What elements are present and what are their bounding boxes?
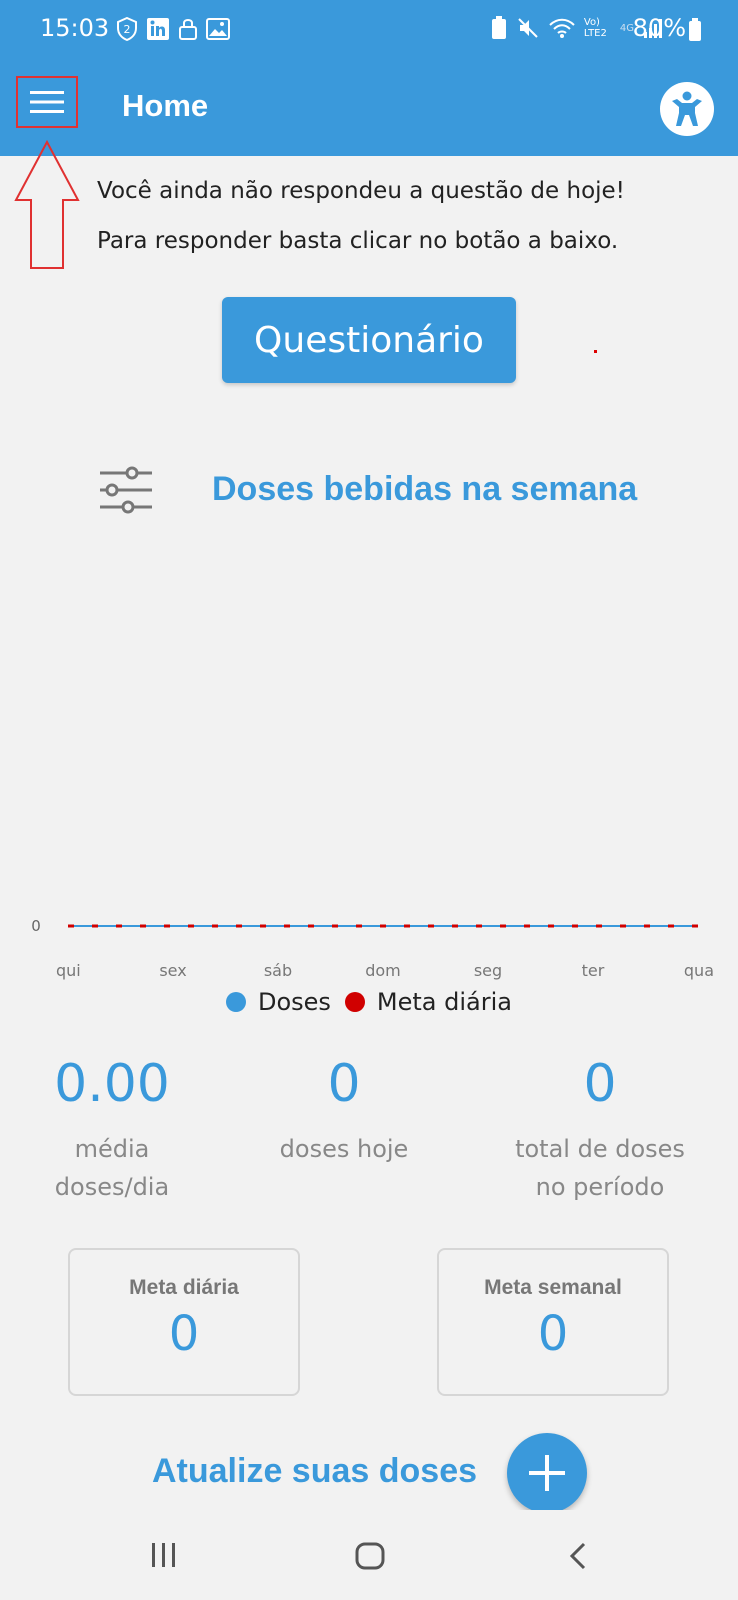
daily-goal-title: Meta diária [129, 1276, 239, 1299]
y-tick-label: 0 [31, 917, 41, 935]
stat-total-value: 0 [583, 1054, 617, 1114]
legend-item-doses[interactable]: Doses [225, 988, 331, 1016]
weekly-goal-title: Meta semanal [484, 1276, 622, 1299]
system-nav-bar [0, 1510, 738, 1600]
legend-item-meta-diaria[interactable]: Meta diária [344, 988, 512, 1016]
legend-label-meta-diaria: Meta diária [376, 988, 512, 1016]
stat-average-label-line-1: média [74, 1135, 150, 1163]
questionnaire-button[interactable]: Questionário [222, 297, 516, 383]
x-tick-label: sex [159, 961, 186, 980]
wifi-icon [549, 18, 575, 38]
recent-apps-icon[interactable] [150, 1542, 178, 1568]
mute-icon [518, 18, 538, 38]
x-tick-label: ter [582, 961, 605, 980]
lock-icon [179, 19, 197, 40]
notice-line-2: Para responder basta clicar no botão a b… [97, 228, 619, 254]
section-title: Doses bebidas na semana [212, 470, 638, 508]
home-icon[interactable] [355, 1542, 385, 1570]
stat-average-value: 0.00 [54, 1054, 170, 1114]
notice-line-1: Você ainda não respondeu a questão de ho… [97, 178, 625, 204]
daily-goal-value: 0 [168, 1306, 200, 1362]
notice-text: Você ainda não respondeu a questão de ho… [97, 166, 717, 266]
red-dot-mark [594, 350, 597, 353]
battery-percent: 80% [632, 14, 686, 42]
weekly-goal-value: 0 [537, 1306, 569, 1362]
add-dose-button[interactable] [507, 1433, 587, 1513]
stat-average: 0.00 média doses/dia [22, 1054, 202, 1206]
weekly-goal-card[interactable]: Meta semanal 0 [437, 1248, 669, 1396]
status-bar: 15:03 2 Vo) LTE2 4G 80% [0, 0, 738, 60]
svg-text:2: 2 [124, 23, 131, 36]
menu-button[interactable] [16, 76, 78, 128]
sliders-icon [100, 466, 152, 514]
stat-today-label-line-1: doses hoje [279, 1135, 409, 1163]
linkedin-icon [147, 18, 169, 40]
back-icon[interactable] [568, 1542, 588, 1570]
chart-legend: Doses Meta diária [0, 988, 738, 1016]
stat-total-label-line-1: total de doses [515, 1135, 685, 1163]
stat-today-label: doses hoje [254, 1130, 434, 1168]
stat-average-label-line-2: doses/dia [54, 1173, 170, 1201]
legend-label-doses: Doses [257, 988, 331, 1016]
recycle-battery-icon [491, 16, 506, 39]
filter-button[interactable] [98, 465, 154, 515]
x-tick-label: qua [684, 961, 714, 980]
stat-average-label: média doses/dia [22, 1130, 202, 1206]
status-time: 15:03 [40, 14, 110, 42]
stat-total-label: total de doses no período [490, 1130, 710, 1206]
page-title: Home [122, 88, 209, 123]
shield-2-icon: 2 [117, 17, 137, 41]
stat-total: 0 total de doses no período [490, 1054, 710, 1206]
update-doses-label: Atualize suas doses [152, 1452, 478, 1490]
doses-line-chart: 0 qui sex sáb dom seg ter qua [31, 917, 714, 980]
stat-total-label-line-2: no período [535, 1173, 665, 1201]
plus-icon [529, 1455, 565, 1491]
app-bar: Home [0, 60, 738, 156]
daily-goal-card[interactable]: Meta diária 0 [68, 1248, 300, 1396]
menu-icon [30, 91, 64, 113]
x-tick-label: sáb [264, 961, 292, 980]
volte-label: Vo) LTE2 [583, 17, 607, 39]
battery-icon [689, 18, 701, 41]
stat-today-value: 0 [327, 1054, 361, 1114]
status-left-icons: 2 [116, 17, 230, 41]
x-tick-label: seg [474, 961, 502, 980]
annotation-arrow-icon [14, 140, 80, 269]
accessibility-button[interactable] [660, 82, 714, 136]
image-icon [206, 18, 230, 40]
legend-dot-meta-diaria [344, 992, 365, 1012]
accessibility-icon [672, 91, 702, 126]
x-tick-label: dom [365, 961, 401, 980]
x-tick-label: qui [56, 961, 81, 980]
legend-dot-doses [225, 992, 246, 1012]
stat-today: 0 doses hoje [254, 1054, 434, 1168]
